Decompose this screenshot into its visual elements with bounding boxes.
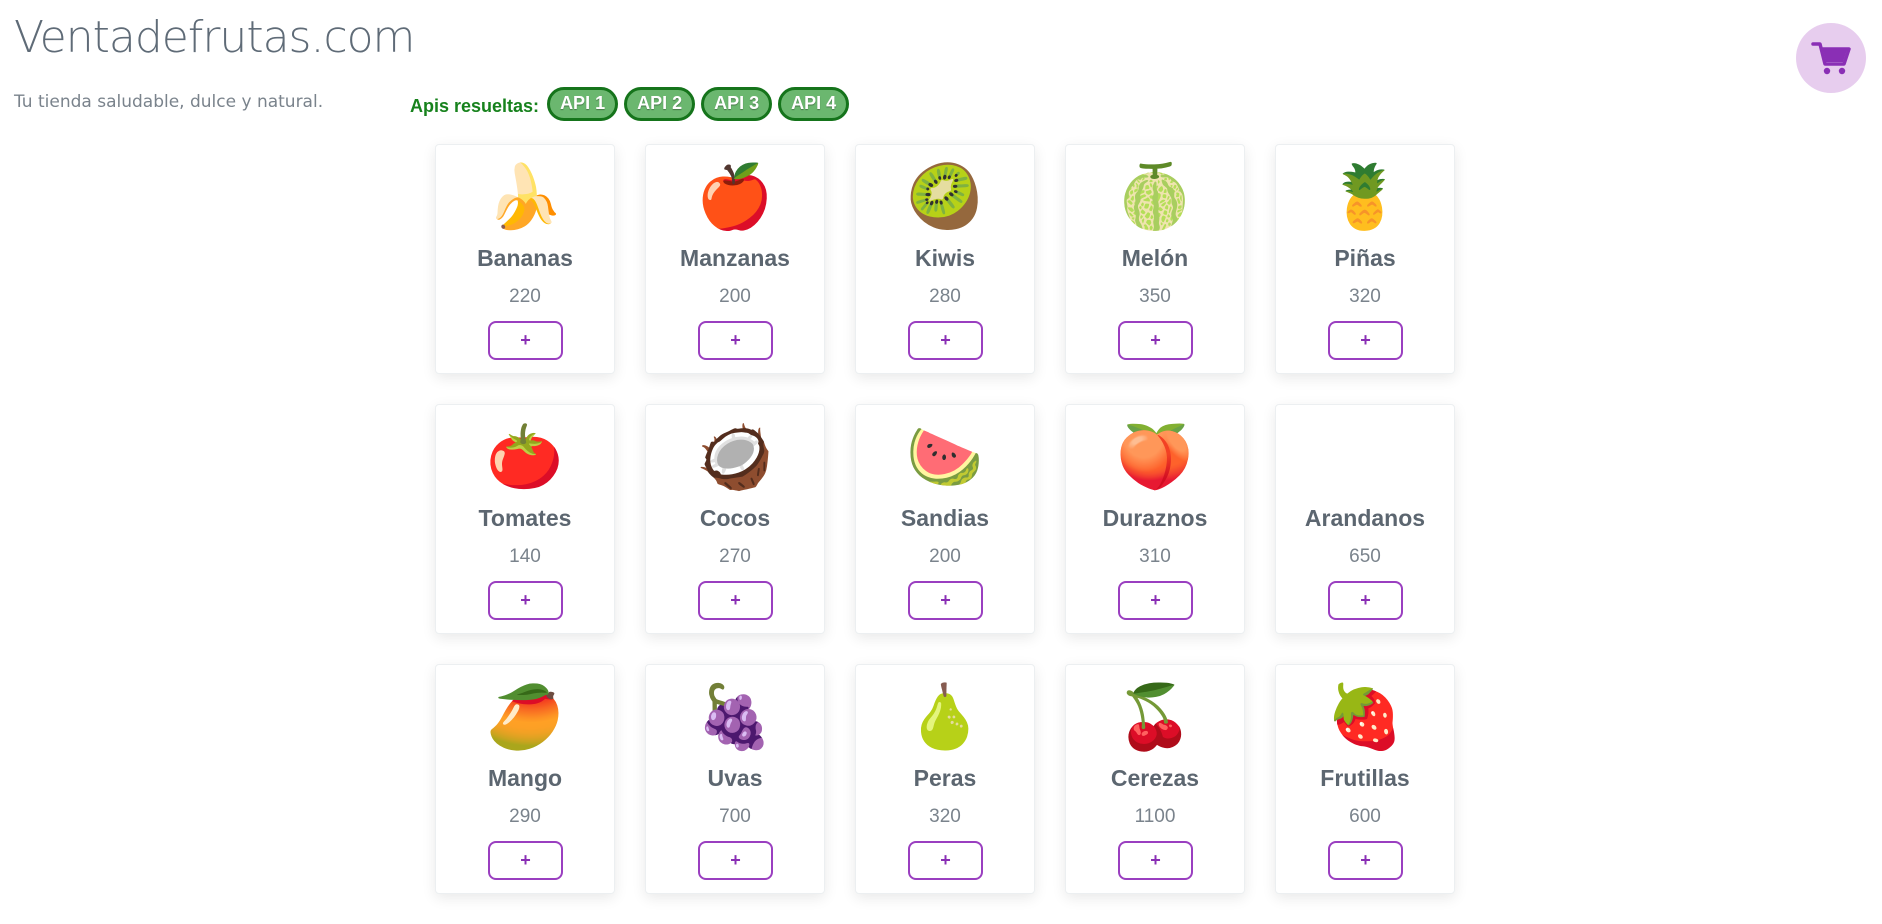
product-name: Arandanos [1304, 505, 1426, 531]
watermelon-icon: 🍉 [906, 420, 984, 493]
product-name: Cerezas [1110, 765, 1200, 791]
product-name: Sandias [900, 505, 990, 531]
mango-icon: 🥭 [486, 680, 564, 753]
product-card: 🍌 Bananas 220 + [435, 144, 615, 374]
product-name: Uvas [707, 765, 763, 791]
pineapple-icon: 🍍 [1326, 160, 1404, 233]
add-to-cart-button[interactable]: + [908, 841, 983, 880]
apple-icon: 🍎 [696, 160, 774, 233]
product-name: Piñas [1334, 245, 1396, 271]
api-badge-2[interactable]: API 2 [624, 87, 696, 121]
grapes-icon: 🍇 [696, 680, 774, 753]
site-tagline: Tu tienda saludable, dulce y natural. [14, 92, 324, 112]
product-card: 🍇 Uvas 700 + [645, 664, 825, 894]
add-to-cart-button[interactable]: + [488, 321, 563, 360]
product-name: Bananas [477, 245, 573, 271]
product-name: Peras [913, 765, 977, 791]
product-card: 🍍 Piñas 320 + [1275, 144, 1455, 374]
add-to-cart-button[interactable]: + [698, 841, 773, 880]
product-price: 320 [929, 806, 961, 827]
product-card: 🍑 Duraznos 310 + [1065, 404, 1245, 634]
product-card: 🍈 Melón 350 + [1065, 144, 1245, 374]
add-to-cart-button[interactable]: + [698, 581, 773, 620]
product-card: 🥥 Cocos 270 + [645, 404, 825, 634]
product-card: 🍒 Cerezas 1100 + [1065, 664, 1245, 894]
product-card: 🥝 Kiwis 280 + [855, 144, 1035, 374]
site-title: Ventadefrutas.com [14, 12, 415, 63]
add-to-cart-button[interactable]: + [1118, 321, 1193, 360]
tomato-icon: 🍅 [486, 420, 564, 493]
product-price: 280 [929, 286, 961, 307]
product-name: Duraznos [1102, 505, 1208, 531]
shopping-cart-icon [1811, 42, 1851, 75]
add-to-cart-button[interactable]: + [1118, 581, 1193, 620]
api-badge-3[interactable]: API 3 [701, 87, 773, 121]
coconut-icon: 🥥 [696, 420, 774, 493]
product-price: 1100 [1134, 806, 1176, 827]
add-to-cart-button[interactable]: + [1118, 841, 1193, 880]
cart-button[interactable] [1796, 23, 1866, 93]
product-name: Tomates [478, 505, 572, 531]
add-to-cart-button[interactable]: + [698, 321, 773, 360]
product-card: Arandanos 650 + [1275, 404, 1455, 634]
product-card: 🍎 Manzanas 200 + [645, 144, 825, 374]
api-badge-1[interactable]: API 1 [547, 87, 619, 121]
product-card: 🍅 Tomates 140 + [435, 404, 615, 634]
product-name: Kiwis [914, 245, 976, 271]
cherries-icon: 🍒 [1116, 680, 1194, 753]
banana-icon: 🍌 [486, 160, 564, 233]
product-price: 200 [719, 286, 751, 307]
add-to-cart-button[interactable]: + [488, 841, 563, 880]
product-name: Frutillas [1320, 765, 1410, 791]
product-card: 🍓 Frutillas 600 + [1275, 664, 1455, 894]
product-card: 🍉 Sandias 200 + [855, 404, 1035, 634]
product-name: Cocos [699, 505, 771, 531]
product-name: Melón [1121, 245, 1189, 271]
product-price: 700 [719, 806, 751, 827]
add-to-cart-button[interactable]: + [1328, 321, 1403, 360]
missing-glyph-icon [1276, 419, 1454, 495]
page: Ventadefrutas.com Tu tienda saludable, d… [0, 0, 1882, 924]
add-to-cart-button[interactable]: + [908, 321, 983, 360]
add-to-cart-button[interactable]: + [908, 581, 983, 620]
add-to-cart-button[interactable]: + [1328, 841, 1403, 880]
product-price: 290 [509, 806, 541, 827]
product-price: 320 [1349, 286, 1381, 307]
product-price: 220 [509, 286, 541, 307]
apis-bar: Apis resueltas: API 1 API 2 API 3 API 4 [410, 87, 850, 121]
product-price: 200 [929, 546, 961, 567]
product-price: 600 [1349, 806, 1381, 827]
add-to-cart-button[interactable]: + [488, 581, 563, 620]
product-price: 310 [1139, 546, 1171, 567]
melon-icon: 🍈 [1116, 160, 1194, 233]
strawberry-icon: 🍓 [1326, 680, 1404, 753]
product-name: Mango [487, 765, 563, 791]
product-card: 🥭 Mango 290 + [435, 664, 615, 894]
apis-label: Apis resueltas: [410, 95, 540, 116]
pear-icon: 🍐 [906, 680, 984, 753]
peach-icon: 🍑 [1116, 420, 1194, 493]
product-price: 650 [1349, 546, 1381, 567]
add-to-cart-button[interactable]: + [1328, 581, 1403, 620]
product-price: 270 [719, 546, 751, 567]
product-grid: 🍌 Bananas 220 + 🍎 Manzanas 200 + 🥝 Kiwis 280 + 🍈 Meló… [435, 144, 1455, 894]
product-card: 🍐 Peras 320 + [855, 664, 1035, 894]
product-price: 350 [1139, 286, 1171, 307]
api-badge-4[interactable]: API 4 [778, 87, 850, 121]
product-name: Manzanas [680, 245, 790, 271]
product-price: 140 [509, 546, 541, 567]
kiwi-icon: 🥝 [906, 160, 984, 233]
